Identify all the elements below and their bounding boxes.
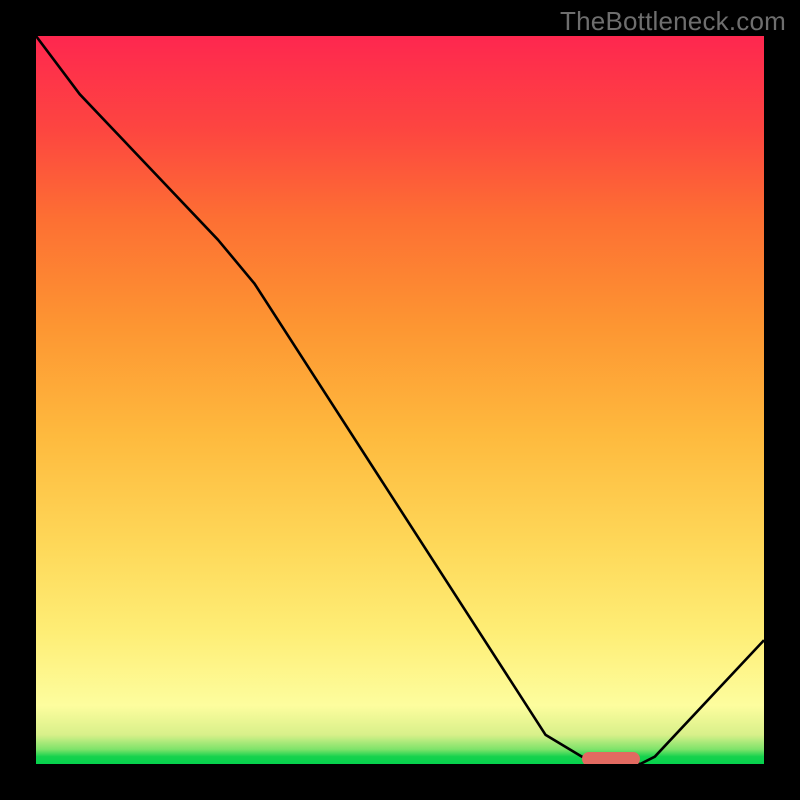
watermark-text: TheBottleneck.com: [560, 6, 786, 37]
gradient-plot-background: [36, 36, 764, 764]
optimal-range-marker: [582, 752, 640, 766]
